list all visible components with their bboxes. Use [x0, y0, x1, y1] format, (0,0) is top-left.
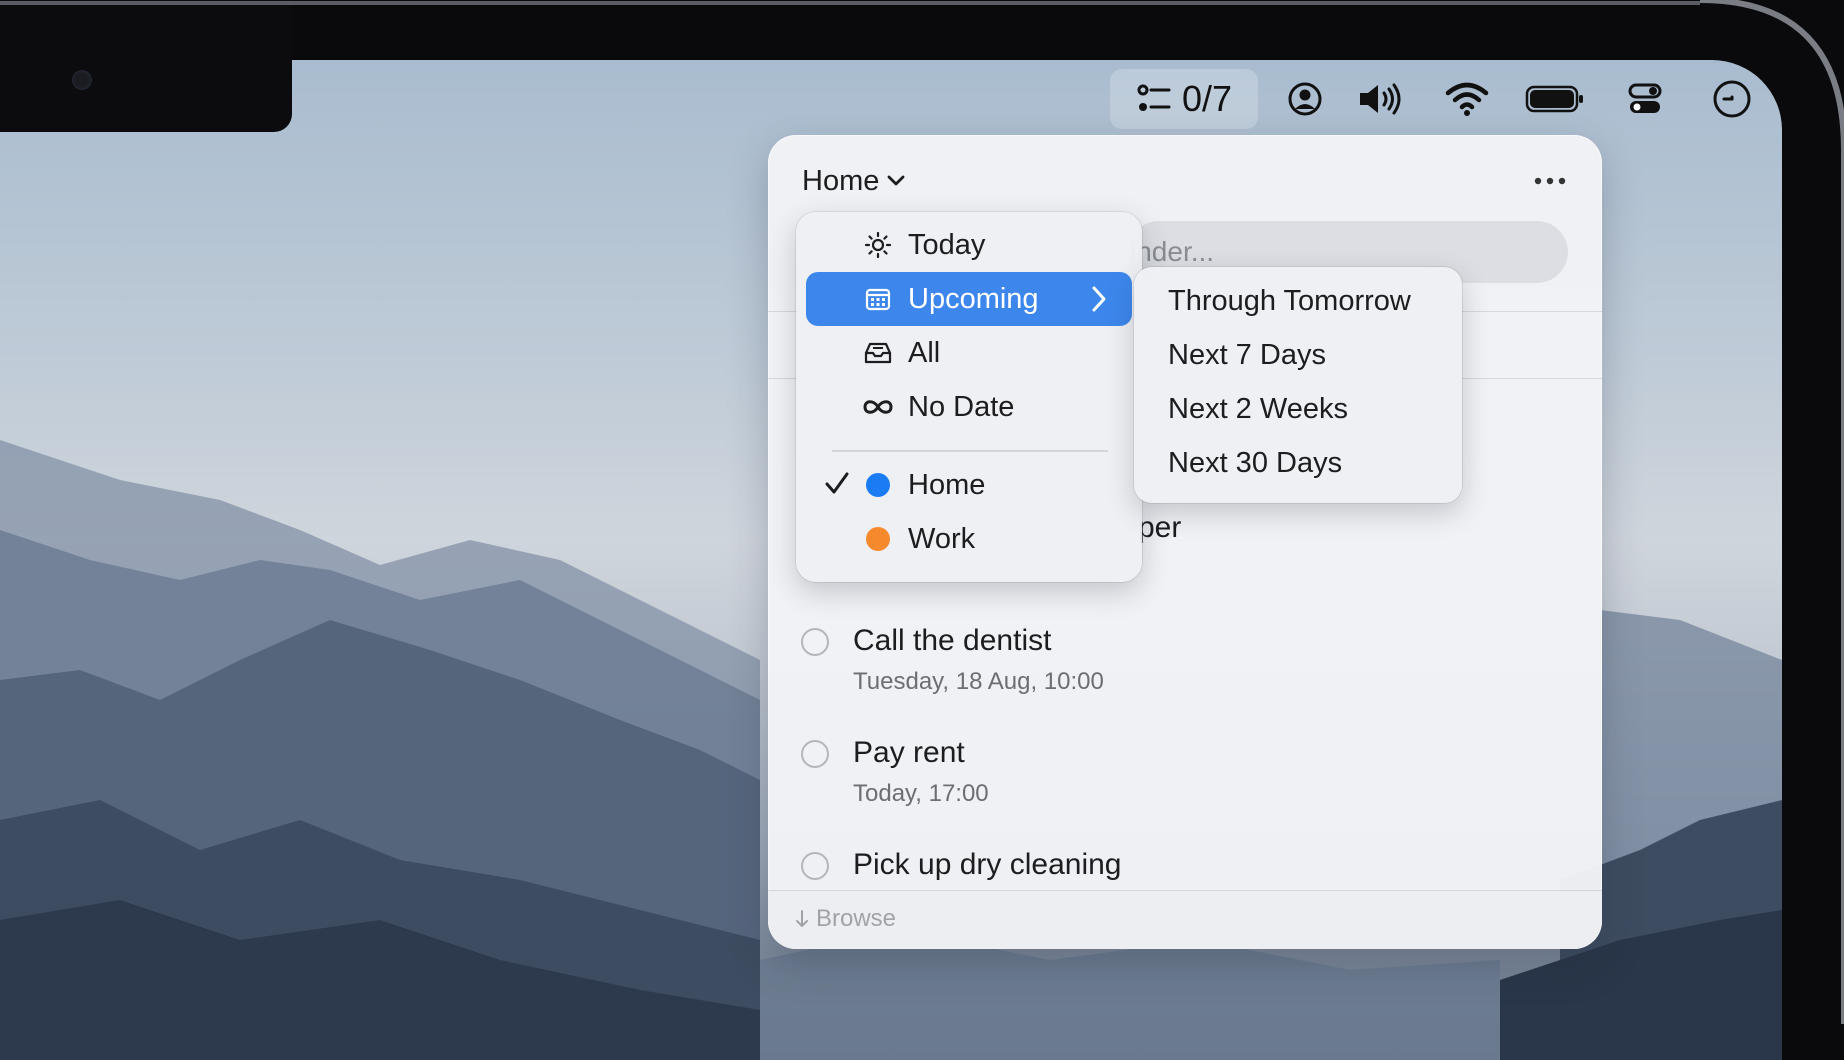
task-due: Today, 17:00 [853, 780, 989, 807]
menu-item-all[interactable]: All [806, 326, 1132, 380]
submenu-item-next-7-days[interactable]: Next 7 Days [1168, 339, 1326, 372]
new-reminder-placeholder: inder... [1130, 236, 1215, 267]
upcoming-submenu: Through Tomorrow Next 7 Days Next 2 Week… [1134, 267, 1462, 503]
reminder-counter: 0/7 [1181, 78, 1233, 119]
list-icon [1137, 84, 1171, 111]
submenu-item-next-2-weeks[interactable]: Next 2 Weeks [1168, 393, 1348, 426]
list-color-dot [862, 523, 894, 555]
task-complete-toggle[interactable] [801, 740, 829, 768]
camera [72, 70, 92, 90]
menu-item-list-work[interactable]: Work [806, 512, 1132, 566]
task-due: Tuesday, 18 Aug, 10:00 [853, 668, 1104, 695]
menu-item-upcoming[interactable]: Upcoming [806, 272, 1132, 326]
checkmark-icon [824, 468, 850, 506]
task-title: Pay rent [853, 736, 965, 769]
chevron-right-icon [1090, 284, 1108, 322]
menu-item-label: Today [908, 228, 986, 261]
user-circle-icon [1288, 82, 1322, 116]
task-complete-toggle[interactable] [801, 852, 829, 880]
task-title: Pick up dry cleaning [853, 848, 1122, 881]
wifi-menubar-item[interactable] [1432, 66, 1502, 132]
battery-menubar-item[interactable] [1515, 66, 1595, 132]
infinity-icon [862, 391, 894, 423]
volume-menubar-item[interactable] [1345, 66, 1415, 132]
more-options-button[interactable] [1530, 161, 1570, 201]
control-center-menubar-item[interactable] [1615, 66, 1675, 132]
menu-item-label: Home [908, 468, 986, 501]
list-selector[interactable]: Home [802, 161, 905, 201]
menu-item-label: No Date [908, 390, 1015, 423]
calendar-icon [862, 283, 894, 315]
display-notch [0, 0, 292, 132]
arrow-down-icon [796, 910, 808, 927]
list-color-dot [862, 469, 894, 501]
wifi-icon [1445, 82, 1489, 116]
menu-bar: 0/7 [1110, 66, 1800, 132]
sun-icon [862, 229, 894, 261]
popover-footer: Browse [768, 890, 1602, 949]
browse-label: Browse [816, 905, 897, 932]
partial-task-title: per [1138, 511, 1182, 544]
menu-item-label: Upcoming [908, 282, 1039, 315]
menu-item-no-date[interactable]: No Date [806, 380, 1132, 434]
battery-icon [1525, 85, 1583, 113]
menu-item-label: Work [908, 522, 976, 555]
list-dropdown-menu: Today Upcoming All No Date Home Work [796, 212, 1142, 582]
tray-icon [862, 337, 894, 369]
task-title: Call the dentist [853, 624, 1052, 657]
submenu-item-through-tomorrow[interactable]: Through Tomorrow [1168, 285, 1411, 318]
user-menubar-item[interactable] [1275, 66, 1335, 132]
clock-menubar-item[interactable] [1702, 66, 1762, 132]
chevron-down-icon [887, 175, 905, 186]
submenu-item-next-30-days[interactable]: Next 30 Days [1168, 447, 1342, 480]
list-selector-label: Home [802, 164, 880, 197]
clock-icon [1713, 80, 1751, 118]
menu-item-list-home[interactable]: Home [806, 458, 1132, 512]
reminders-menubar-item[interactable]: 0/7 [1110, 69, 1258, 129]
control-center-icon [1628, 83, 1662, 113]
browse-button[interactable]: Browse [794, 905, 896, 933]
menu-item-today[interactable]: Today [806, 218, 1132, 272]
menu-separator [832, 450, 1108, 452]
task-complete-toggle[interactable] [801, 628, 829, 656]
ellipsis-icon [1534, 177, 1566, 185]
menu-item-label: All [908, 336, 941, 369]
speaker-icon [1360, 83, 1401, 115]
